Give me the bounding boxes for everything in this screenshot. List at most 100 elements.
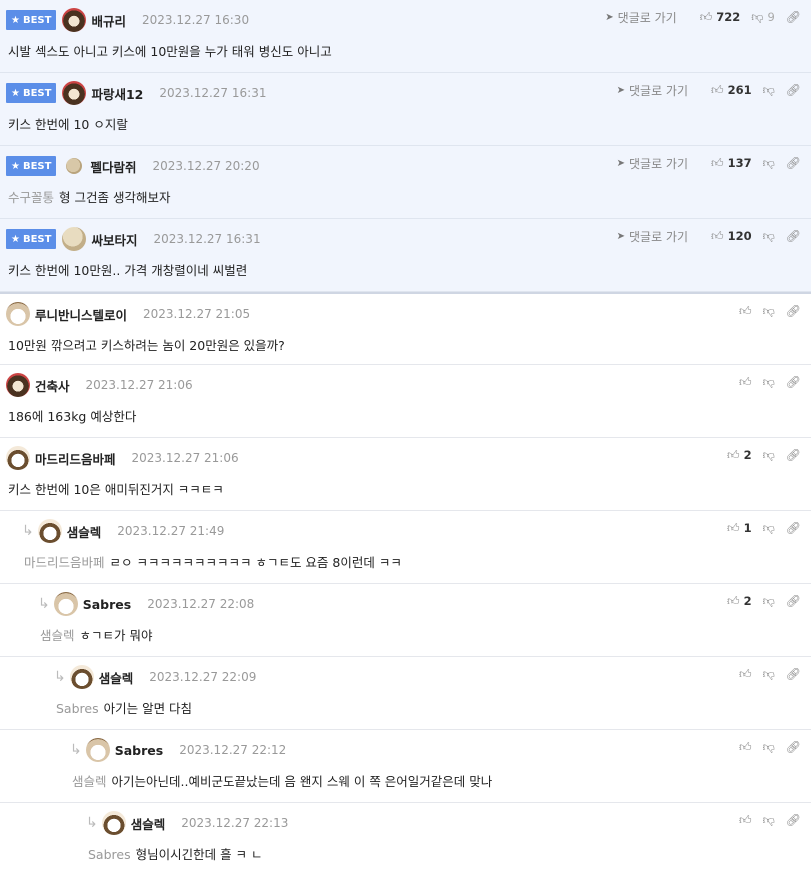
downvote-button[interactable]: 👎︎ [763,594,775,609]
comment-text: 아기는아닌데..예비군도끝났는데 음 왠지 스웨 이 쪽 은어일거같은데 맞나 [111,774,493,789]
reply-row: ↳ Sabres 2023.12.27 22:08 👍︎ 2 👎︎ 🔗︎ 샘슬렉 ㅎㄱㅌ가 뭐야 [0,584,811,657]
comment-actions: 👍︎ 👎︎ 🔗︎ [728,301,801,321]
share-link-button[interactable]: 🔗︎ [786,740,801,754]
comment-text: 키스 한번에 10 ㅇ지랄 [8,117,128,132]
fox-avatar-icon[interactable] [6,446,30,470]
downvote-button[interactable]: 👎︎ [763,375,775,390]
thumbs-up-icon: 👍︎ [739,666,752,681]
upvote-button[interactable]: 👍︎ [739,304,752,319]
dot-avatar-icon[interactable] [66,158,83,174]
downvote-button[interactable]: 👎︎ [763,813,775,828]
share-link-button[interactable]: 🔗︎ [786,156,801,170]
comment-author[interactable]: 배규리 [91,11,126,30]
upvote-button[interactable]: 👍︎ 1 [727,521,752,536]
best-label: BEST [22,14,52,26]
comment-author[interactable]: Sabres [83,597,131,612]
goto-comment-link[interactable]: ➤ 댓글로 가기 [617,82,688,99]
fox-avatar-icon[interactable] [101,811,126,835]
upvote-button[interactable]: 👍︎ [739,740,752,755]
downvote-button[interactable]: 👎︎ [763,83,775,98]
reply-row: ↳ Sabres 2023.12.27 22:12 👍︎ 👎︎ 🔗︎ 샘슬렉 아기는아닌데..… [0,730,811,803]
mention-name[interactable]: 샘슬렉 [72,774,107,789]
share-link-button[interactable]: 🔗︎ [786,813,801,827]
goto-comment-link[interactable]: ➤ 댓글로 가기 [617,155,688,172]
upvote-button[interactable]: 👍︎ 722 [700,10,741,25]
fox-avatar-icon[interactable] [69,665,94,689]
best-badge: ★ BEST [6,10,57,30]
comment-author[interactable]: 샘슬렉 [99,668,134,687]
comment-author[interactable]: 건축사 [35,376,70,395]
star-icon: ★ [11,87,20,99]
comment-author[interactable]: Sabres [115,743,163,758]
rock-avatar-icon[interactable] [62,227,87,251]
share-link-button[interactable]: 🔗︎ [786,594,801,608]
upvote-button[interactable]: 👍︎ [739,813,752,828]
share-link-button[interactable]: 🔗︎ [786,375,801,389]
comment-body: 샘슬렉 아기는아닌데..예비군도끝났는데 음 왠지 스웨 이 쪽 은어일거같은데 … [72,771,492,790]
downvote-button[interactable]: 👎︎ 9 [751,10,775,25]
comment-author[interactable]: 루니반니스텔로이 [35,305,127,324]
comment-author[interactable]: 마드리드음바페 [35,449,116,468]
goto-comment-link[interactable]: ➤ 댓글로 가기 [605,9,676,26]
puppy-avatar-icon[interactable] [6,302,30,326]
upvote-button[interactable]: 👍︎ 261 [711,83,752,98]
upvote-count: 1 [743,521,752,535]
upvote-button[interactable]: 👍︎ 120 [711,229,752,244]
comment-actions: 👍︎ 👎︎ 🔗︎ [728,664,801,684]
comment-author[interactable]: 샘슬렉 [131,814,166,833]
downvote-button[interactable]: 👎︎ [763,156,775,171]
puppy-avatar-icon[interactable] [85,738,110,762]
fox-avatar-icon[interactable] [37,519,62,543]
share-link-button[interactable]: 🔗︎ [786,10,801,24]
link-icon: 🔗︎ [785,156,801,170]
comment-text: 시발 섹스도 아니고 키스에 10만원을 누가 태워 병신도 아니고 [8,44,332,59]
bear-avatar-icon[interactable] [62,8,87,32]
upvote-button[interactable]: 👍︎ 2 [727,448,752,463]
thumbs-down-icon: 👎︎ [762,593,775,608]
comment-author[interactable]: 샘슬렉 [67,522,102,541]
downvote-button[interactable]: 👎︎ [763,448,775,463]
upvote-count: 137 [727,156,752,170]
downvote-button[interactable]: 👎︎ [763,740,775,755]
mention-name[interactable]: Sabres [56,701,99,716]
downvote-button[interactable]: 👎︎ [763,304,775,319]
share-link-button[interactable]: 🔗︎ [786,521,801,535]
share-link-button[interactable]: 🔗︎ [786,448,801,462]
bear-avatar-icon[interactable] [6,373,30,397]
mention-name[interactable]: 샘슬렉 [40,628,75,643]
comment-author[interactable]: 싸보타지 [91,230,137,249]
share-link-button[interactable]: 🔗︎ [786,667,801,681]
thumbs-down-icon: 👎︎ [762,155,775,170]
thumbs-down-icon: 👎︎ [762,82,775,97]
share-link-button[interactable]: 🔗︎ [786,304,801,318]
comment-date: 2023.12.27 22:08 [147,597,255,611]
comment-author[interactable]: 파랑새12 [91,84,143,103]
comment-header: 루니반니스텔로이 2023.12.27 21:05 [6,302,250,326]
comment-author[interactable]: 펠다람쥐 [90,157,136,176]
thumbs-down-icon: 👎︎ [762,666,775,681]
upvote-button[interactable]: 👍︎ [739,667,752,682]
comment-date: 2023.12.27 22:13 [181,816,289,830]
thumbs-up-icon: 👍︎ [739,812,752,827]
downvote-button[interactable]: 👎︎ [763,521,775,536]
comment-header: 마드리드음바페 2023.12.27 21:06 [6,446,239,470]
thumbs-down-icon: 👎︎ [762,228,775,243]
comment-date: 2023.12.27 16:31 [153,232,261,246]
share-link-button[interactable]: 🔗︎ [786,83,801,97]
goto-comment-link[interactable]: ➤ 댓글로 가기 [617,228,688,245]
puppy-avatar-icon[interactable] [53,592,78,616]
mention-name[interactable]: 수구꼴통 [8,190,54,205]
downvote-button[interactable]: 👎︎ [763,229,775,244]
upvote-button[interactable]: 👍︎ 2 [727,594,752,609]
share-link-button[interactable]: 🔗︎ [786,229,801,243]
upvote-button[interactable]: 👍︎ 137 [711,156,752,171]
bear-avatar-icon[interactable] [62,81,87,105]
upvote-button[interactable]: 👍︎ [739,375,752,390]
comment-date: 2023.12.27 21:06 [131,451,239,465]
star-icon: ★ [11,233,20,245]
comment-text: 키스 한번에 10만원.. 가격 개창렬이네 씨벌련 [8,263,248,278]
downvote-button[interactable]: 👎︎ [763,667,775,682]
mention-name[interactable]: Sabres [88,847,131,862]
mention-name[interactable]: 마드리드음바페 [24,555,105,570]
reply-row: ↳ 샘슬렉 2023.12.27 21:49 👍︎ 1 👎︎ 🔗︎ 마드리드음바페 ㄹㅇ ㅋㅋㅋ… [0,511,811,584]
